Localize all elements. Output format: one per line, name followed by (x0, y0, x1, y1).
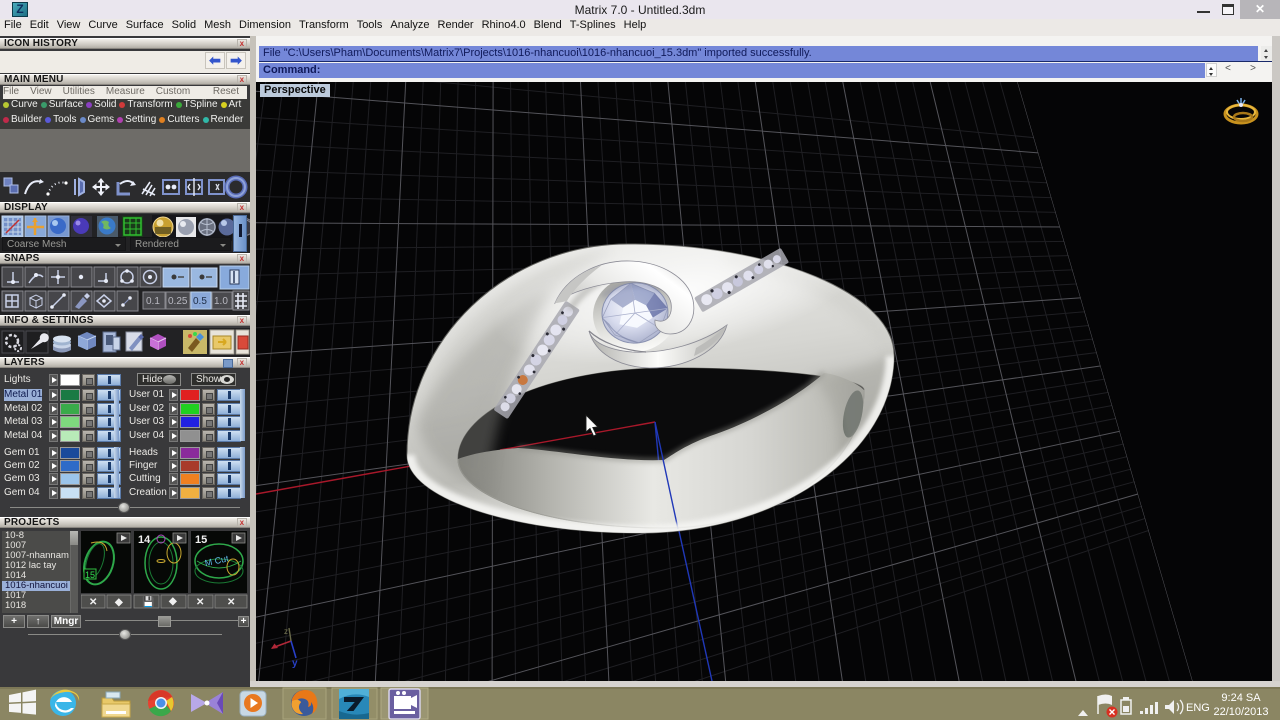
svg-text:15: 15 (195, 534, 207, 546)
svg-text:14: 14 (138, 534, 151, 546)
svg-text:9:24 SA: 9:24 SA (1221, 692, 1261, 704)
svg-text:22/10/2013: 22/10/2013 (1213, 706, 1268, 718)
svg-text:ENG: ENG (1186, 702, 1210, 714)
svg-text:z: z (284, 627, 288, 636)
svg-text:✕: ✕ (227, 597, 235, 608)
svg-text:1.0: 1.0 (214, 296, 228, 307)
svg-text:◆: ◆ (168, 596, 177, 607)
svg-text:✕: ✕ (89, 597, 97, 608)
svg-text:0.1: 0.1 (146, 296, 160, 307)
svg-text:◆: ◆ (114, 597, 123, 608)
svg-text:💾: 💾 (142, 595, 154, 608)
svg-text:0.25: 0.25 (168, 296, 188, 307)
svg-text:0.5: 0.5 (193, 296, 207, 307)
svg-text:✕: ✕ (196, 597, 204, 608)
svg-text:15: 15 (85, 570, 95, 580)
svg-text:y: y (292, 658, 298, 669)
